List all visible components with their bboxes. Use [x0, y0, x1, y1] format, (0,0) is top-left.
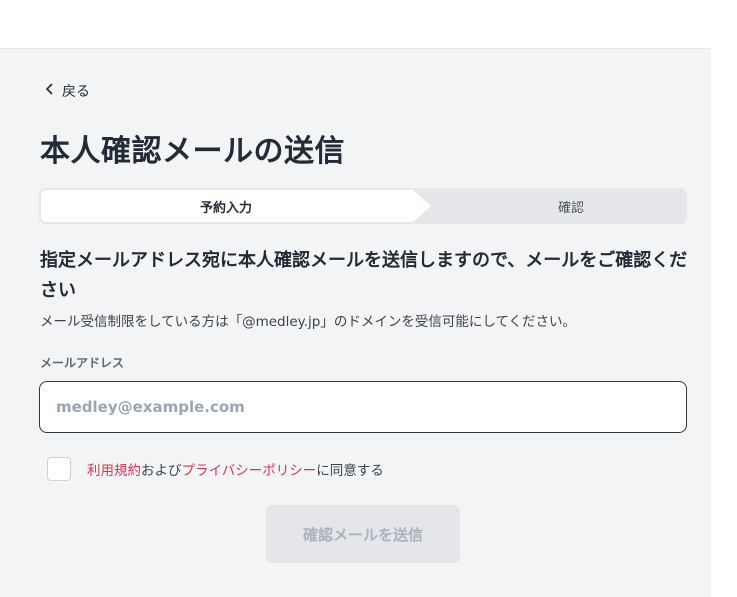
email-label: メールアドレス	[40, 356, 125, 370]
agreement-connector: および	[141, 463, 182, 479]
step-indicator: 予約入力 確認	[39, 188, 687, 224]
top-bar	[0, 0, 711, 49]
step-label: 予約入力	[199, 200, 252, 216]
email-field[interactable]	[39, 381, 687, 433]
terms-link[interactable]: 利用規約	[87, 463, 141, 479]
agreement-suffix: に同意する	[316, 463, 384, 479]
right-gutter	[711, 0, 737, 597]
step-confirm: 確認	[431, 190, 687, 222]
step-label: 確認	[557, 200, 584, 216]
privacy-policy-link[interactable]: プライバシーポリシー	[182, 463, 317, 479]
back-label: 戻る	[62, 84, 90, 100]
back-link[interactable]: 戻る	[44, 80, 90, 102]
agreement-text: 利用規約およびプライバシーポリシーに同意する	[87, 459, 384, 479]
step-reservation-input: 予約入力	[41, 190, 431, 222]
domain-note: メール受信制限をしている方は「@medley.jp」のドメインを受信可能にしてく…	[40, 314, 577, 330]
lead-text: 指定メールアドレス宛に本人確認メールを送信しますので、メールをご確認ください	[40, 250, 688, 301]
page-title: 本人確認メールの送信	[40, 134, 345, 169]
agreement-row: 利用規約およびプライバシーポリシーに同意する	[47, 457, 384, 481]
send-confirmation-button[interactable]: 確認メールを送信	[266, 505, 460, 563]
agree-checkbox[interactable]	[47, 457, 71, 481]
chevron-left-icon	[44, 83, 56, 99]
